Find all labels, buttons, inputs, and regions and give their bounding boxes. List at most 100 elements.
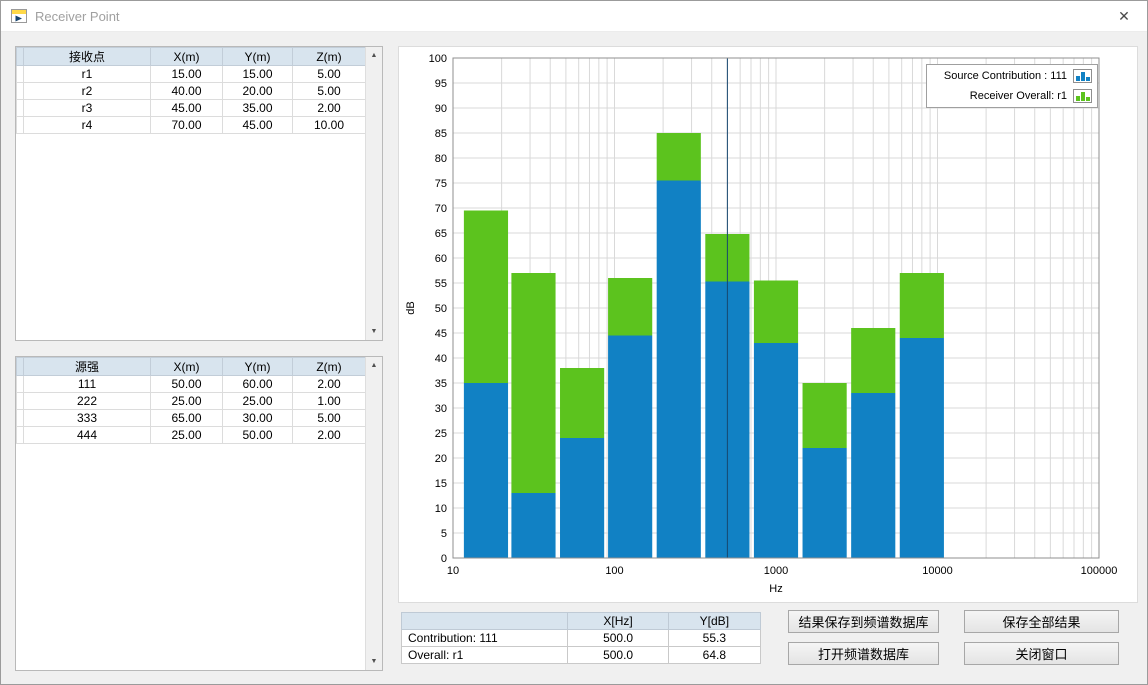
table-cell[interactable]: 222 [24,393,151,410]
table-cell[interactable]: 64.8 [668,647,760,664]
receiver-table[interactable]: 接收点X(m)Y(m)Z(m) r115.0015.005.00r240.002… [16,47,366,134]
column-header[interactable]: 接收点 [24,48,151,66]
table-cell[interactable]: 55.3 [668,630,760,647]
table-row[interactable]: r345.0035.002.00 [17,100,366,117]
svg-text:90: 90 [435,103,447,115]
source-table-scrollbar[interactable]: ▲ ▼ [365,357,382,670]
table-cell[interactable]: 5.00 [293,83,366,100]
table-cell[interactable]: Contribution: 111 [402,630,568,647]
svg-text:10: 10 [447,565,459,577]
scroll-down-icon[interactable]: ▼ [366,653,382,670]
open-spectrum-db-button[interactable]: 打开频谱数据库 [788,642,939,665]
table-cell[interactable]: 45.00 [223,117,293,134]
table-cell[interactable]: 111 [24,376,151,393]
svg-text:70: 70 [435,203,447,215]
table-cell[interactable]: 25.00 [151,427,223,444]
table-cell[interactable]: 5.00 [293,410,366,427]
row-gutter [17,427,24,444]
svg-text:100: 100 [605,565,623,577]
table-row[interactable]: r470.0045.0010.00 [17,117,366,134]
table-cell[interactable]: 50.00 [223,427,293,444]
table-cell[interactable]: 2.00 [293,376,366,393]
table-cell[interactable]: 35.00 [223,100,293,117]
svg-text:10000: 10000 [922,565,953,577]
chart-canvas[interactable]: 0510152025303540455055606570758085909510… [399,47,1137,602]
svg-text:45: 45 [435,328,447,340]
table-cell[interactable]: r2 [24,83,151,100]
close-window-button[interactable]: 关闭窗口 [964,642,1119,665]
column-header[interactable]: Y[dB] [668,613,760,630]
column-header[interactable]: X(m) [151,358,223,376]
column-header[interactable]: Z(m) [293,358,366,376]
svg-text:5: 5 [441,528,447,540]
table-cell[interactable]: 2.00 [293,427,366,444]
table-cell[interactable]: 15.00 [223,66,293,83]
table-row[interactable]: Overall: r1500.064.8 [402,647,761,664]
table-cell[interactable]: 40.00 [151,83,223,100]
svg-text:95: 95 [435,78,447,90]
table-cell[interactable]: Overall: r1 [402,647,568,664]
table-cell[interactable]: 25.00 [151,393,223,410]
table-cell[interactable]: 500.0 [568,647,668,664]
column-header[interactable]: X(m) [151,48,223,66]
scroll-track[interactable] [366,64,382,323]
row-gutter [17,410,24,427]
table-cell[interactable]: 50.00 [151,376,223,393]
table-row[interactable]: 44425.0050.002.00 [17,427,366,444]
source-table[interactable]: 源强X(m)Y(m)Z(m) 11150.0060.002.0022225.00… [16,357,366,444]
table-cell[interactable]: 25.00 [223,393,293,410]
scroll-up-icon[interactable]: ▲ [366,357,382,374]
row-gutter [17,393,24,410]
table-cell[interactable]: 20.00 [223,83,293,100]
column-header[interactable]: X[Hz] [568,613,668,630]
column-header[interactable]: Y(m) [223,48,293,66]
scroll-up-icon[interactable]: ▲ [366,47,382,64]
svg-text:75: 75 [435,178,447,190]
row-gutter [17,66,24,83]
legend-row-overall: Receiver Overall: r1 [927,86,1097,106]
table-row[interactable]: 22225.0025.001.00 [17,393,366,410]
svg-text:80: 80 [435,153,447,165]
row-gutter-header [17,358,24,376]
source-table-panel: 源强X(m)Y(m)Z(m) 11150.0060.002.0022225.00… [15,356,383,671]
table-cell[interactable]: r1 [24,66,151,83]
column-header[interactable]: Y(m) [223,358,293,376]
table-cell[interactable]: 45.00 [151,100,223,117]
close-icon[interactable]: ✕ [1101,1,1147,32]
table-cell[interactable]: 30.00 [223,410,293,427]
table-row[interactable]: Contribution: 111500.055.3 [402,630,761,647]
column-header[interactable]: 源强 [24,358,151,376]
table-cell[interactable]: 333 [24,410,151,427]
table-cell[interactable]: 2.00 [293,100,366,117]
table-cell[interactable]: 15.00 [151,66,223,83]
table-row[interactable]: r240.0020.005.00 [17,83,366,100]
table-row[interactable]: r115.0015.005.00 [17,66,366,83]
save-all-results-button[interactable]: 保存全部结果 [964,610,1119,633]
svg-text:1000: 1000 [764,565,788,577]
labview-vi-icon [11,8,27,24]
table-row[interactable]: 11150.0060.002.00 [17,376,366,393]
table-cell[interactable]: 5.00 [293,66,366,83]
svg-text:100000: 100000 [1081,565,1118,577]
table-cell[interactable]: 60.00 [223,376,293,393]
table-row[interactable]: 33365.0030.005.00 [17,410,366,427]
svg-text:100: 100 [429,53,447,65]
table-cell[interactable]: 500.0 [568,630,668,647]
table-cell[interactable]: 1.00 [293,393,366,410]
svg-text:30: 30 [435,403,447,415]
row-gutter [17,117,24,134]
svg-text:55: 55 [435,278,447,290]
save-result-to-spectrum-db-button[interactable]: 结果保存到频谱数据库 [788,610,939,633]
table-cell[interactable]: 444 [24,427,151,444]
scroll-down-icon[interactable]: ▼ [366,323,382,340]
row-gutter [17,100,24,117]
table-cell[interactable]: 10.00 [293,117,366,134]
table-cell[interactable]: 65.00 [151,410,223,427]
receiver-table-scrollbar[interactable]: ▲ ▼ [365,47,382,340]
column-header[interactable] [402,613,568,630]
table-cell[interactable]: r3 [24,100,151,117]
table-cell[interactable]: r4 [24,117,151,134]
table-cell[interactable]: 70.00 [151,117,223,134]
column-header[interactable]: Z(m) [293,48,366,66]
scroll-track[interactable] [366,374,382,653]
